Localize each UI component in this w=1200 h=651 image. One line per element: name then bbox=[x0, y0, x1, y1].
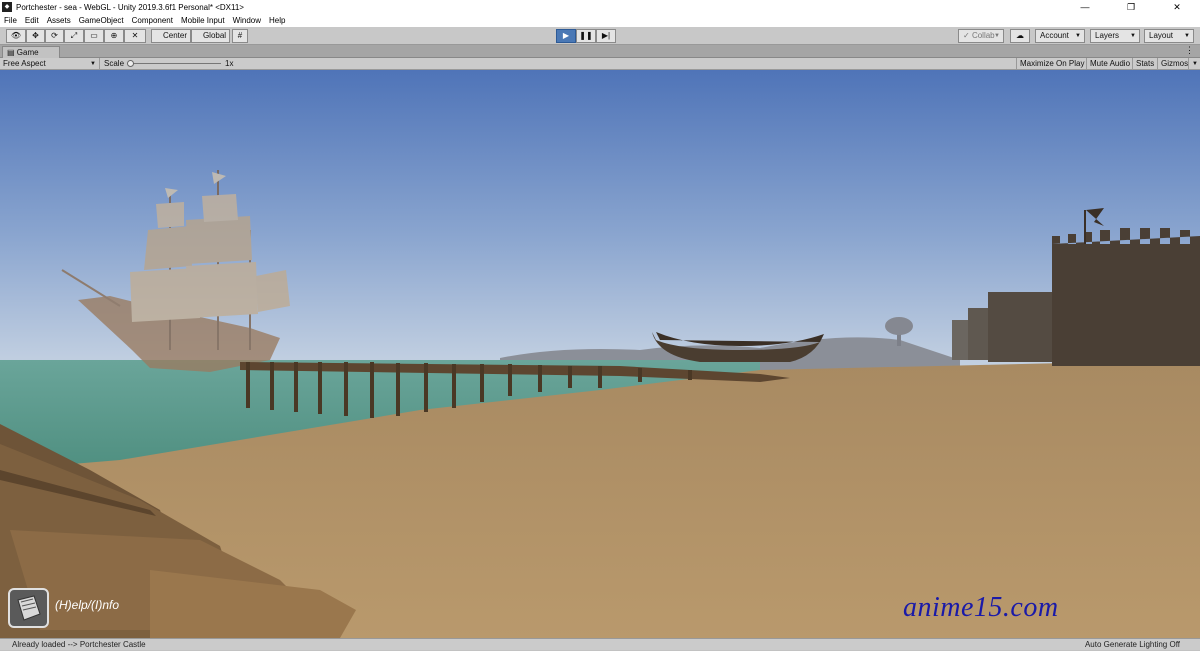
tab-game[interactable]: ▤ Game bbox=[2, 46, 60, 58]
scale-label: Scale bbox=[104, 59, 125, 68]
layers-dropdown[interactable]: Layers ▼ bbox=[1090, 29, 1140, 43]
chevron-down-icon: ▼ bbox=[90, 61, 96, 67]
layout-dropdown[interactable]: Layout ▼ bbox=[1144, 29, 1194, 43]
close-icon[interactable]: ✕ bbox=[1154, 0, 1200, 14]
menu-mobile-input[interactable]: Mobile Input bbox=[177, 16, 229, 25]
space-global-button[interactable]: Global bbox=[191, 29, 230, 43]
pause-button[interactable]: ❚❚ bbox=[576, 29, 596, 43]
transform-tool-icon[interactable]: ⊕ bbox=[104, 29, 124, 43]
scale-tool-icon[interactable]: ⤢ bbox=[64, 29, 84, 43]
watermark-text: anime15.com bbox=[903, 592, 1059, 623]
gizmos-dropdown-icon[interactable]: ▼ bbox=[1188, 58, 1200, 70]
game-view-controls: Free Aspect ▼ Scale 1x Maximize On Play M… bbox=[0, 58, 1200, 70]
stats-toggle[interactable]: Stats bbox=[1132, 58, 1157, 70]
lighting-status[interactable]: Auto Generate Lighting Off bbox=[1085, 639, 1180, 651]
maximize-on-play-toggle[interactable]: Maximize On Play bbox=[1016, 58, 1087, 70]
scale-slider[interactable] bbox=[127, 60, 221, 67]
view-tool-icon[interactable]: 👁 bbox=[6, 29, 26, 43]
game-tab-icon: ▤ bbox=[7, 48, 15, 57]
move-tool-icon[interactable]: ✥ bbox=[26, 29, 45, 43]
play-button[interactable]: ▶ bbox=[556, 29, 576, 43]
tab-menu-icon[interactable]: ⋮ bbox=[1185, 45, 1194, 56]
snap-grid-icon[interactable]: # bbox=[232, 29, 248, 43]
console-status-message[interactable]: Already loaded --> Portchester Castle bbox=[12, 639, 146, 651]
menu-window[interactable]: Window bbox=[229, 16, 265, 25]
window-title: Portchester - sea - WebGL - Unity 2019.3… bbox=[16, 2, 244, 12]
aspect-dropdown[interactable]: Free Aspect ▼ bbox=[0, 58, 100, 70]
scale-slider-handle[interactable] bbox=[127, 60, 134, 67]
mute-audio-toggle[interactable]: Mute Audio bbox=[1086, 58, 1133, 70]
status-bar: Already loaded --> Portchester Castle Au… bbox=[0, 638, 1200, 650]
minimize-icon[interactable]: — bbox=[1062, 0, 1108, 14]
menu-bar: File Edit Assets GameObject Component Mo… bbox=[0, 14, 1200, 27]
gizmos-toggle[interactable]: Gizmos bbox=[1157, 58, 1191, 70]
menu-file[interactable]: File bbox=[0, 16, 21, 25]
game-viewport[interactable]: (H)elp/(I)nfo anime15.com bbox=[0, 70, 1200, 638]
rect-tool-icon[interactable]: ▭ bbox=[84, 29, 104, 43]
menu-edit[interactable]: Edit bbox=[21, 16, 43, 25]
game-tab-bar: ▤ Game ⋮ bbox=[0, 45, 1200, 58]
main-toolbar: 👁 ✥ ⟳ ⤢ ▭ ⊕ ✕ Center Global # ▶ ❚❚ ▶| ✓ … bbox=[0, 27, 1200, 45]
account-dropdown[interactable]: Account ▼ bbox=[1035, 29, 1085, 43]
pivot-center-button[interactable]: Center bbox=[151, 29, 191, 43]
cloud-icon[interactable]: ☁ bbox=[1010, 29, 1030, 43]
scene-render bbox=[0, 70, 1200, 638]
unity-app-icon: ◆ bbox=[2, 2, 12, 12]
menu-assets[interactable]: Assets bbox=[43, 16, 75, 25]
rotate-tool-icon[interactable]: ⟳ bbox=[45, 29, 64, 43]
step-button[interactable]: ▶| bbox=[596, 29, 616, 43]
scale-value: 1x bbox=[225, 59, 234, 68]
menu-help[interactable]: Help bbox=[265, 16, 289, 25]
restore-icon[interactable]: ❐ bbox=[1108, 0, 1154, 14]
collab-dropdown[interactable]: ✓ Collab ▼ bbox=[958, 29, 1004, 43]
help-info-hint: (H)elp/(I)nfo bbox=[55, 598, 120, 612]
menu-gameobject[interactable]: GameObject bbox=[75, 16, 128, 25]
info-book-icon[interactable] bbox=[8, 588, 49, 628]
menu-component[interactable]: Component bbox=[128, 16, 177, 25]
title-bar: ◆ Portchester - sea - WebGL - Unity 2019… bbox=[0, 0, 1200, 14]
custom-tool-icon[interactable]: ✕ bbox=[124, 29, 146, 43]
